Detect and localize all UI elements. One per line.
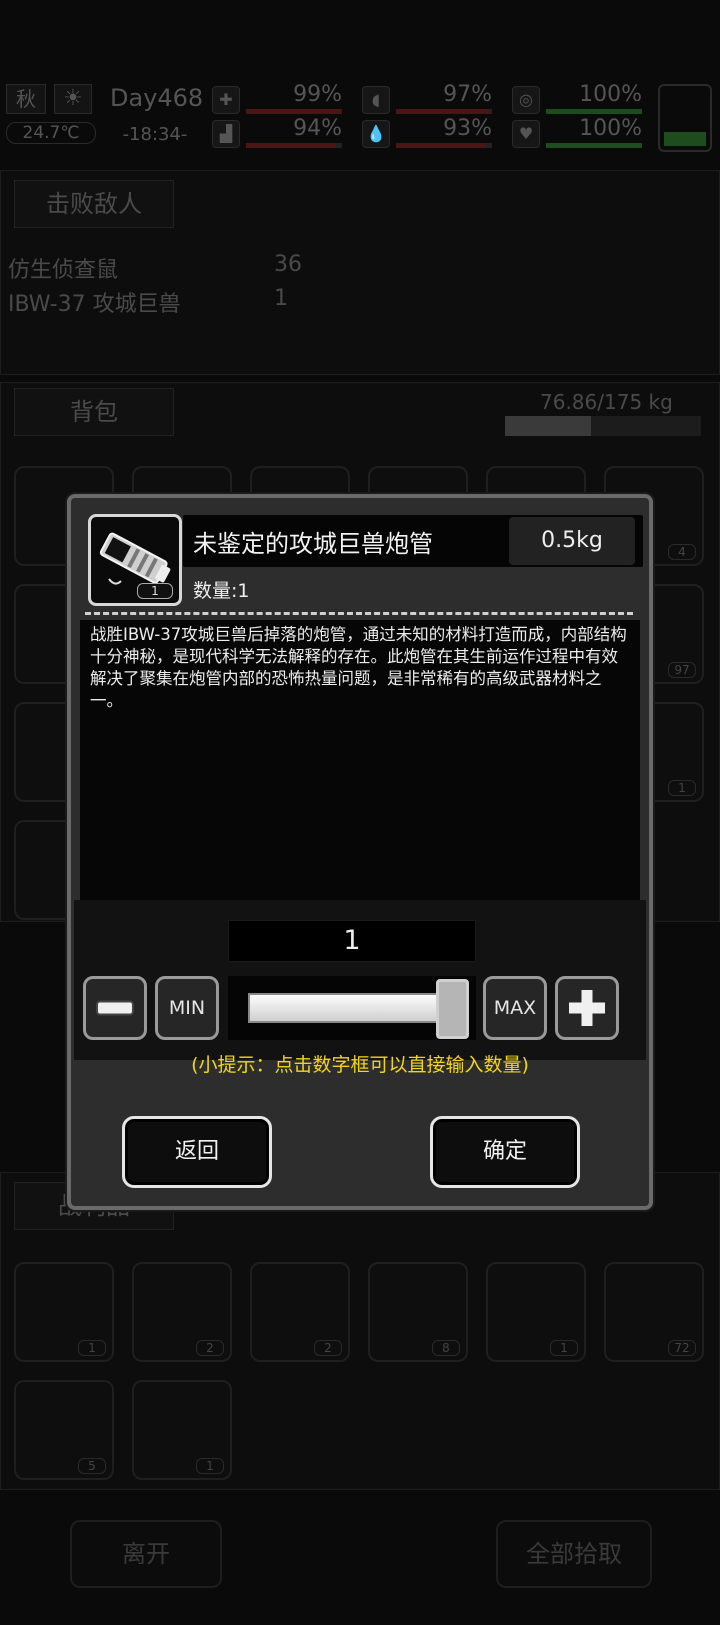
slot-count: 2 [314, 1340, 342, 1356]
item-weight: 0.5kg [509, 517, 635, 565]
heart-icon: ♥ [512, 120, 540, 148]
loot-slot[interactable]: 1 [132, 1380, 232, 1480]
slot-count: 97 [668, 662, 696, 678]
enemy-count: 36 [274, 252, 302, 277]
season-indicator: 秋 [6, 84, 46, 114]
max-button[interactable]: MAX [483, 976, 547, 1040]
loot-slot[interactable]: 72 [604, 1262, 704, 1362]
min-button[interactable]: MIN [155, 976, 219, 1040]
leg-icon: ▟ [212, 120, 240, 148]
backpack-weight: 76.86/175 kg [540, 390, 673, 414]
stat-value: 100% [579, 82, 642, 107]
stat-health: ✚ 99% [212, 82, 342, 114]
stat-value: 100% [579, 116, 642, 141]
slot-count: 1 [550, 1340, 578, 1356]
item-description: 战胜IBW-37攻城巨兽后掉落的炮管，通过未知的材料打造而成，内部结构十分神秘，… [90, 625, 627, 710]
slot-count: 5 [78, 1458, 106, 1474]
item-title-bar: 未鉴定的攻城巨兽炮管 0.5kg [183, 515, 643, 567]
take-all-button[interactable]: 全部拾取 [496, 1520, 652, 1588]
divider [85, 612, 633, 615]
stat-hunger: ◖ 97% [362, 82, 492, 114]
loot-slot[interactable]: 2 [132, 1262, 232, 1362]
increase-button[interactable] [555, 976, 619, 1040]
enemy-count: 1 [274, 286, 288, 311]
slot-count: 72 [668, 1340, 696, 1356]
stat-bar [546, 143, 642, 148]
water-drop-icon: 💧 [362, 120, 390, 148]
game-clock: -18:34- [122, 124, 188, 145]
enemy-row: 仿生侦查鼠 36 [8, 252, 308, 284]
slider-track [248, 993, 438, 1023]
temperature: 24.7℃ [6, 122, 96, 144]
stat-value: 94% [293, 116, 342, 141]
quantity-hint: (小提示：点击数字框可以直接输入数量) [191, 1054, 529, 1076]
stat-thirst: 💧 93% [362, 116, 492, 148]
minus-icon [98, 1002, 132, 1014]
quantity-selector: 1 MIN MAX (小提示：点击数字框可以直接输入数量) [74, 900, 646, 1076]
enemy-name: 仿生侦查鼠 [8, 258, 119, 283]
back-button[interactable]: 返回 [122, 1116, 272, 1188]
item-quantity-label: 数量:1 [193, 580, 250, 602]
description-box: 战胜IBW-37攻城巨兽后掉落的炮管，通过未知的材料打造而成，内部结构十分神秘，… [80, 620, 640, 915]
tab-backpack[interactable]: 背包 [14, 388, 174, 436]
stat-bar [396, 143, 492, 148]
day-counter: Day468 [110, 84, 204, 112]
slot-count: 1 [668, 780, 696, 796]
loot-slot[interactable]: 5 [14, 1380, 114, 1480]
loot-slot[interactable]: 2 [250, 1262, 350, 1362]
leave-button[interactable]: 离开 [70, 1520, 222, 1588]
pill-icon: ◎ [512, 86, 540, 114]
loot-slot[interactable]: 8 [368, 1262, 468, 1362]
loot-slot[interactable]: 1 [14, 1262, 114, 1362]
battery-icon [658, 84, 712, 152]
item-icon-frame: 1 [88, 514, 182, 606]
stat-bar [246, 109, 342, 114]
stat-bar [396, 109, 492, 114]
item-detail-dialog: 1 未鉴定的攻城巨兽炮管 0.5kg 数量:1 战胜IBW-37攻城巨兽后掉落的… [67, 494, 653, 1210]
item-count-badge: 1 [137, 583, 173, 599]
quantity-input[interactable]: 1 [228, 920, 476, 962]
stat-stamina: ▟ 94% [212, 116, 342, 148]
stat-value: 93% [443, 116, 492, 141]
stomach-icon: ◖ [362, 86, 390, 114]
decrease-button[interactable] [83, 976, 147, 1040]
slider-thumb[interactable] [436, 979, 469, 1039]
enemy-row: IBW-37 攻城巨兽 1 [8, 286, 308, 318]
confirm-button[interactable]: 确定 [430, 1116, 580, 1188]
stat-mood: ♥ 100% [512, 116, 642, 148]
stat-bar [246, 143, 342, 148]
slot-count: 2 [196, 1340, 224, 1356]
item-title: 未鉴定的攻城巨兽炮管 [193, 530, 433, 558]
medkit-icon: ✚ [212, 86, 240, 114]
slot-count: 4 [668, 544, 696, 560]
sun-icon: ☀ [54, 84, 92, 114]
stat-value: 97% [443, 82, 492, 107]
slot-count: 8 [432, 1340, 460, 1356]
stat-value: 99% [293, 82, 342, 107]
slot-count: 1 [196, 1458, 224, 1474]
slot-count: 1 [78, 1340, 106, 1356]
stat-bar [546, 109, 642, 114]
tab-defeated[interactable]: 击败敌人 [14, 180, 174, 228]
loot-slot[interactable]: 1 [486, 1262, 586, 1362]
stat-medicine: ◎ 100% [512, 82, 642, 114]
quantity-slider[interactable] [228, 976, 476, 1040]
enemy-name: IBW-37 攻城巨兽 [8, 292, 181, 317]
backpack-weight-bar [505, 416, 701, 436]
